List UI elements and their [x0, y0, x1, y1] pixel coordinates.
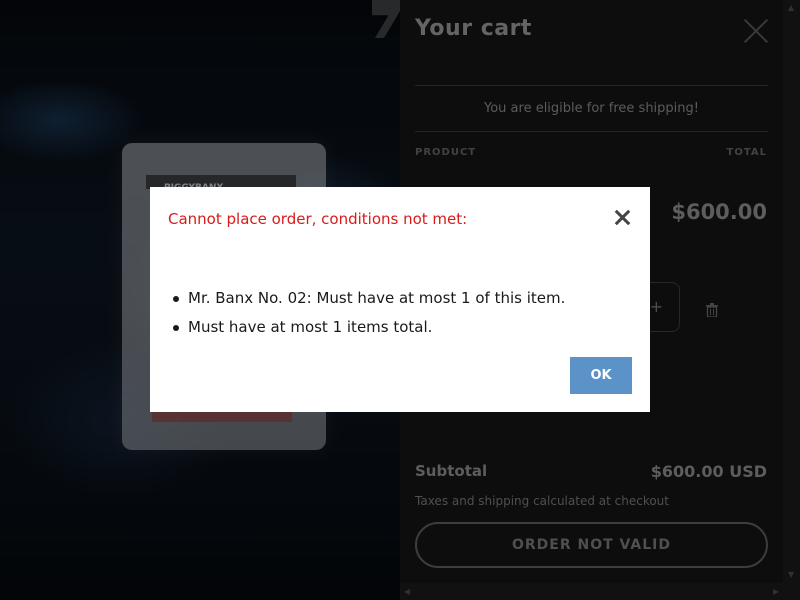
error-dialog: Cannot place order, conditions not met: … [150, 187, 650, 412]
error-list: Mr. Banx No. 02: Must have at most 1 of … [172, 284, 565, 342]
error-item: Must have at most 1 items total. [172, 313, 565, 342]
ok-button[interactable]: OK [570, 357, 632, 394]
dialog-title: Cannot place order, conditions not met: [168, 210, 468, 228]
error-item: Mr. Banx No. 02: Must have at most 1 of … [172, 284, 565, 313]
close-icon[interactable] [614, 209, 632, 227]
